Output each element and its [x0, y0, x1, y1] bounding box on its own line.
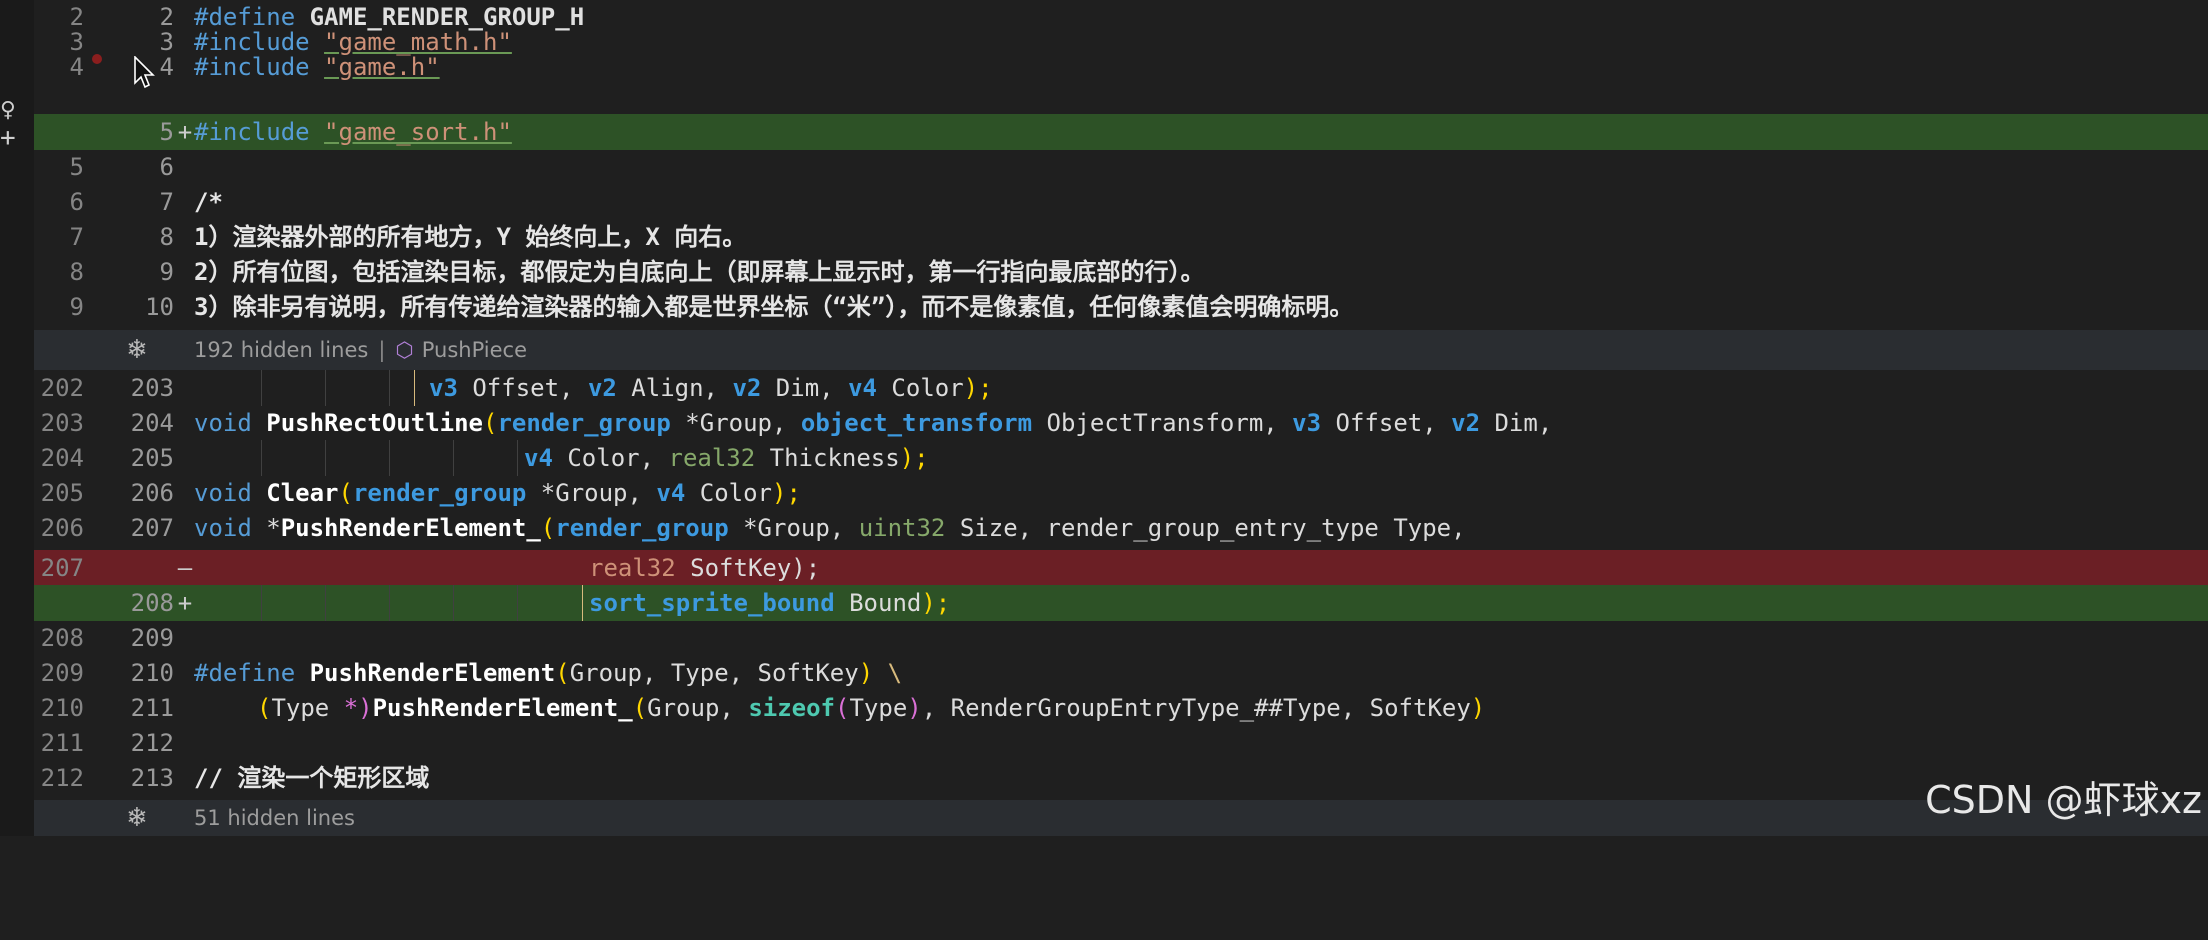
new-line-number: 210	[130, 659, 174, 687]
code-text: real32 SoftKey);	[589, 554, 821, 582]
code-text: 3）除非另有说明，所有传递给渲染器的输入都是世界坐标（“米”），而不是像素值，任…	[194, 293, 1354, 321]
new-line-number: 205	[130, 444, 174, 472]
diff-line[interactable]: 210 211 (Type *)PushRenderElement_(Group…	[34, 690, 2208, 726]
old-line-number: 203	[40, 409, 84, 437]
code-text: #define PushRenderElement(Group, Type, S…	[194, 659, 903, 687]
diff-line[interactable]: 204 205 v4 Color, real32 Thickness);	[34, 440, 2208, 476]
code-text: void PushRectOutline(render_group *Group…	[194, 409, 1553, 437]
old-line-number: 206	[40, 514, 84, 542]
added-marker: +	[177, 118, 193, 146]
old-line-number: 205	[40, 479, 84, 507]
code-text: v4 Color, real32 Thickness);	[524, 444, 929, 472]
new-line-number: 10	[145, 293, 174, 321]
new-line-number: 203	[130, 374, 174, 402]
new-line-number: 206	[130, 479, 174, 507]
diff-line-added[interactable]: 5 + #include "game_sort.h"	[34, 114, 2208, 150]
symbol-name: PushPiece	[421, 338, 528, 362]
hidden-lines-bar[interactable]: ❄ 51 hidden lines	[34, 800, 2208, 836]
old-line-number: 6	[69, 188, 84, 216]
unfold-icon[interactable]: ❄	[122, 800, 152, 836]
diff-line-added[interactable]: 208 + sort_sprite_bound Bound);	[34, 585, 2208, 621]
diff-line[interactable]: 6 7 /*	[34, 184, 2208, 220]
code-text: 1）渲染器外部的所有地方，Y 始终向上，X 向右。	[194, 223, 747, 251]
removed-marker: —	[177, 554, 193, 582]
code-text: sort_sprite_bound Bound);	[589, 589, 951, 617]
code-text: v3 Offset, v2 Align, v2 Dim, v4 Color);	[429, 374, 993, 402]
new-line-number: 8	[159, 223, 174, 251]
comment-add-icon[interactable]: ♀ +	[0, 96, 16, 166]
new-line-number: 5	[159, 118, 174, 146]
old-line-number: 204	[40, 444, 84, 472]
old-line-number: 5	[69, 153, 84, 181]
old-line-number: 209	[40, 659, 84, 687]
diff-line[interactable]: 205 206 void Clear(render_group *Group, …	[34, 475, 2208, 511]
code-text: // 渲染一个矩形区域	[194, 764, 430, 792]
hidden-lines-bar[interactable]: ❄ 192 hidden lines | ⬡ PushPiece	[34, 330, 2208, 370]
added-marker: +	[177, 589, 193, 617]
diff-line[interactable]: 9 10 3）除非另有说明，所有传递给渲染器的输入都是世界坐标（“米”），而不是…	[34, 289, 2208, 325]
diff-line[interactable]: 206 207 void *PushRenderElement_(render_…	[34, 510, 2208, 546]
hidden-lines-text: 51 hidden lines	[194, 806, 355, 830]
code-text: (Type *)PushRenderElement_(Group, sizeof…	[257, 694, 1486, 722]
old-line-number: 207	[40, 554, 84, 582]
old-line-number: 210	[40, 694, 84, 722]
new-line-number: 7	[159, 188, 174, 216]
old-line-number: 211	[40, 729, 84, 757]
code-text: 2）所有位图，包括渲染目标，都假定为自底向上（即屏幕上显示时，第一行指向最底部的…	[194, 258, 1205, 286]
diff-line[interactable]: 5 6	[34, 149, 2208, 185]
code-text: #include "game_sort.h"	[194, 118, 512, 146]
code-text: void *PushRenderElement_(render_group *G…	[194, 514, 1466, 542]
watermark: CSDN @虾球xz	[1925, 778, 2202, 822]
unfold-icon[interactable]: ❄	[122, 330, 152, 370]
new-line-number: 9	[159, 258, 174, 286]
diff-line[interactable]: 208 209	[34, 620, 2208, 656]
diff-line[interactable]: 8 9 2）所有位图，包括渲染目标，都假定为自底向上（即屏幕上显示时，第一行指向…	[34, 254, 2208, 290]
code-text: void Clear(render_group *Group, v4 Color…	[194, 479, 801, 507]
new-line-number: 213	[130, 764, 174, 792]
code-text: #include "game.h"	[194, 53, 440, 81]
new-line-number: 208	[130, 589, 174, 617]
diff-line-removed[interactable]: 207 — real32 SoftKey);	[34, 550, 2208, 586]
diff-line[interactable]: 7 8 1）渲染器外部的所有地方，Y 始终向上，X 向右。	[34, 219, 2208, 255]
old-line-number: 7	[69, 223, 84, 251]
new-line-number: 204	[130, 409, 174, 437]
cube-icon: ⬡	[395, 338, 414, 362]
hidden-lines-text: 192 hidden lines | ⬡ PushPiece	[194, 338, 528, 362]
old-line-number: 4	[69, 53, 84, 81]
new-line-number: 211	[130, 694, 174, 722]
old-line-number: 202	[40, 374, 84, 402]
diff-editor[interactable]: ♀ + 2 2 #define GAME_RENDER_GROUP_H 3 3 #…	[0, 0, 2208, 836]
diff-line[interactable]: 212 213 // 渲染一个矩形区域	[34, 760, 2208, 796]
code-text: /*	[194, 188, 223, 216]
old-line-number: 208	[40, 624, 84, 652]
diff-line[interactable]: 209 210 #define PushRenderElement(Group,…	[34, 655, 2208, 691]
diff-line[interactable]: 4 4 #include "game.h"	[34, 49, 2208, 85]
new-line-number: 209	[130, 624, 174, 652]
old-line-number: 212	[40, 764, 84, 792]
new-line-number: 212	[130, 729, 174, 757]
new-line-number: 6	[159, 153, 174, 181]
diff-line[interactable]: 203 204 void PushRectOutline(render_grou…	[34, 405, 2208, 441]
old-line-number: 8	[69, 258, 84, 286]
old-line-number: 9	[69, 293, 84, 321]
breakpoint-dot[interactable]	[92, 54, 102, 64]
new-line-number: 207	[130, 514, 174, 542]
diff-line[interactable]: 202 203 v3 Offset, v2 Align, v2 Dim, v4 …	[34, 370, 2208, 406]
diff-line[interactable]: 211 212	[34, 725, 2208, 761]
